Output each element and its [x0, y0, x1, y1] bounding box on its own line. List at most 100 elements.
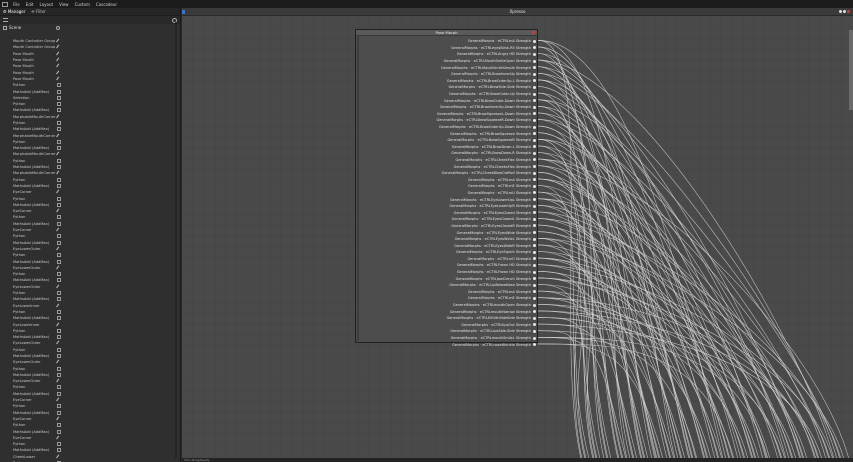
pin-icon[interactable] [56, 57, 61, 63]
pin-icon[interactable] [56, 133, 61, 139]
nav-icon[interactable] [839, 10, 842, 13]
node-port[interactable]: GeneralMorphs · eCTRLCheeksFlex Strength [356, 163, 536, 170]
node-port[interactable]: GeneralMorphs · eCTRLBrowSqueeze Strengt… [356, 130, 536, 137]
port-connector-icon[interactable] [533, 224, 536, 228]
port-connector-icon[interactable] [533, 118, 536, 122]
node-box-icon[interactable] [57, 347, 61, 352]
node-box-icon[interactable] [57, 202, 61, 207]
node-box-icon[interactable] [57, 366, 61, 371]
refresh-icon[interactable] [56, 25, 60, 30]
node-port[interactable]: GeneralMorphs · eCTRLBrowSide-Side Stren… [356, 84, 536, 91]
node-port[interactable]: GeneralMorphs · eCTRLFrown HD Strength [356, 269, 536, 276]
node-port[interactable]: GeneralMorphs · eCTRLEyesClosedL Strengt… [356, 216, 536, 223]
port-connector-icon[interactable] [533, 165, 536, 169]
pin-icon[interactable] [56, 416, 61, 422]
node-port[interactable]: GeneralMorphs · eCTRLmA Strength [356, 38, 536, 45]
node-port[interactable]: GeneralMorphs · eCTRLEyesClosedR Strengt… [356, 223, 536, 230]
node-box-icon[interactable] [57, 234, 61, 239]
port-connector-icon[interactable] [533, 105, 536, 109]
node-port[interactable]: GeneralMorphs · eCTRLFrown HD Strength [356, 262, 536, 269]
node-box-icon[interactable] [57, 158, 61, 163]
tab-manager[interactable]: ⚙ Manager [0, 9, 28, 14]
port-connector-icon[interactable] [533, 257, 536, 261]
node-box-icon[interactable] [57, 448, 61, 453]
node-port[interactable]: GeneralMorphs · eCTRLBrowSqueezeL-Down S… [356, 111, 536, 118]
node-port[interactable]: GeneralMorphs · eCTRLBrowSqueezeR-Down S… [356, 117, 536, 124]
port-connector-icon[interactable] [533, 138, 536, 142]
pin-icon[interactable] [56, 435, 61, 441]
pin-icon[interactable] [56, 70, 61, 76]
port-connector-icon[interactable] [533, 46, 536, 50]
node-box-icon[interactable] [57, 353, 61, 358]
node-port[interactable]: GeneralMorphs · eCTRLEyesWide Strength [356, 229, 536, 236]
node-box-icon[interactable] [57, 372, 61, 377]
port-connector-icon[interactable] [533, 217, 536, 221]
port-connector-icon[interactable] [533, 211, 536, 215]
port-connector-icon[interactable] [533, 244, 536, 248]
node-port[interactable]: GeneralMorphs · eCTRLMouthSmileSimple St… [356, 64, 536, 71]
connection-wire[interactable] [537, 205, 697, 458]
menu-item-custom[interactable]: Custom [72, 2, 93, 7]
node-box-icon[interactable] [57, 297, 61, 302]
port-connector-icon[interactable] [533, 178, 536, 182]
pin-icon[interactable] [56, 208, 61, 214]
connection-wire[interactable] [537, 59, 693, 458]
pin-icon[interactable] [56, 246, 61, 252]
node-port[interactable]: GeneralMorphs · eCTRLeyesBlink-R5 Streng… [356, 45, 536, 52]
port-connector-icon[interactable] [533, 329, 536, 333]
node-box-icon[interactable] [57, 291, 61, 296]
port-connector-icon[interactable] [533, 125, 536, 129]
node-box-icon[interactable] [57, 108, 61, 113]
collapse-icon[interactable] [3, 25, 7, 30]
node-port[interactable]: GeneralMorphs · eCTRLEyeLowerUpR Strengt… [356, 203, 536, 210]
node-port[interactable]: GeneralMorphs · eCTRLmouthOpen Strength [356, 302, 536, 309]
port-connector-icon[interactable] [533, 237, 536, 241]
connection-wire[interactable] [537, 125, 793, 458]
node-box-icon[interactable] [57, 139, 61, 144]
connection-wire[interactable] [537, 132, 830, 458]
node-box-icon[interactable] [57, 89, 61, 94]
pin-icon[interactable] [56, 454, 61, 460]
node-port[interactable]: GeneralMorphs · eCTRLnoseWrinkle Strengt… [356, 341, 536, 348]
menu-item-view[interactable]: View [56, 2, 72, 7]
port-connector-icon[interactable] [533, 66, 536, 70]
node-port[interactable]: GeneralMorphs · eCTRLEyeSquint Strength [356, 249, 536, 256]
port-connector-icon[interactable] [533, 72, 536, 76]
node-box-icon[interactable] [57, 385, 61, 390]
node-box-icon[interactable] [57, 272, 61, 277]
node-box-icon[interactable] [57, 259, 61, 264]
pin-icon[interactable] [56, 227, 61, 233]
node-port[interactable]: GeneralMorphs · eCTRLMouthSmileOpen Stre… [356, 58, 536, 65]
node-port[interactable]: GeneralMorphs · eCTRLmouthSmileL Strengt… [356, 335, 536, 342]
menu-item-cascadeur[interactable]: Cascadeur [93, 2, 120, 7]
node-port[interactable]: GeneralMorphs · eCTRLBrowOuter-Down Stre… [356, 97, 536, 104]
node-port[interactable]: GeneralMorphs · eCTRLBrowSqueezeR Streng… [356, 137, 536, 144]
node-box-icon[interactable] [57, 253, 61, 258]
port-connector-icon[interactable] [533, 151, 536, 155]
node-box-icon[interactable] [57, 121, 61, 125]
port-connector-icon[interactable] [533, 171, 536, 175]
node-box-icon[interactable] [57, 423, 61, 428]
pin-icon[interactable] [56, 322, 61, 327]
pin-icon[interactable] [56, 38, 61, 44]
port-connector-icon[interactable] [533, 99, 536, 103]
port-connector-icon[interactable] [533, 59, 536, 63]
port-connector-icon[interactable] [533, 336, 536, 340]
port-connector-icon[interactable] [533, 198, 536, 202]
port-connector-icon[interactable] [533, 145, 536, 149]
node-box-icon[interactable] [57, 183, 61, 188]
port-connector-icon[interactable] [533, 52, 536, 56]
node-port[interactable]: GeneralMorphs · eCTRLmE Strength [356, 295, 536, 302]
node-port[interactable]: GeneralMorphs · eCTRLmE Strength [356, 183, 536, 190]
port-connector-icon[interactable] [533, 277, 536, 281]
node-box-icon[interactable] [57, 429, 61, 434]
port-connector-icon[interactable] [533, 310, 536, 314]
node-box-icon[interactable] [57, 309, 61, 314]
node-port[interactable]: GeneralMorphs · eCTRLEyeLowerUpL Strengt… [356, 196, 536, 203]
port-connector-icon[interactable] [533, 204, 536, 208]
node-port[interactable]: GeneralMorphs · eCTRLBrowOuterUp-L Stren… [356, 78, 536, 85]
port-connector-icon[interactable] [533, 323, 536, 327]
connection-wire[interactable] [537, 59, 835, 458]
port-connector-icon[interactable] [533, 132, 536, 136]
pin-icon[interactable] [56, 303, 61, 309]
